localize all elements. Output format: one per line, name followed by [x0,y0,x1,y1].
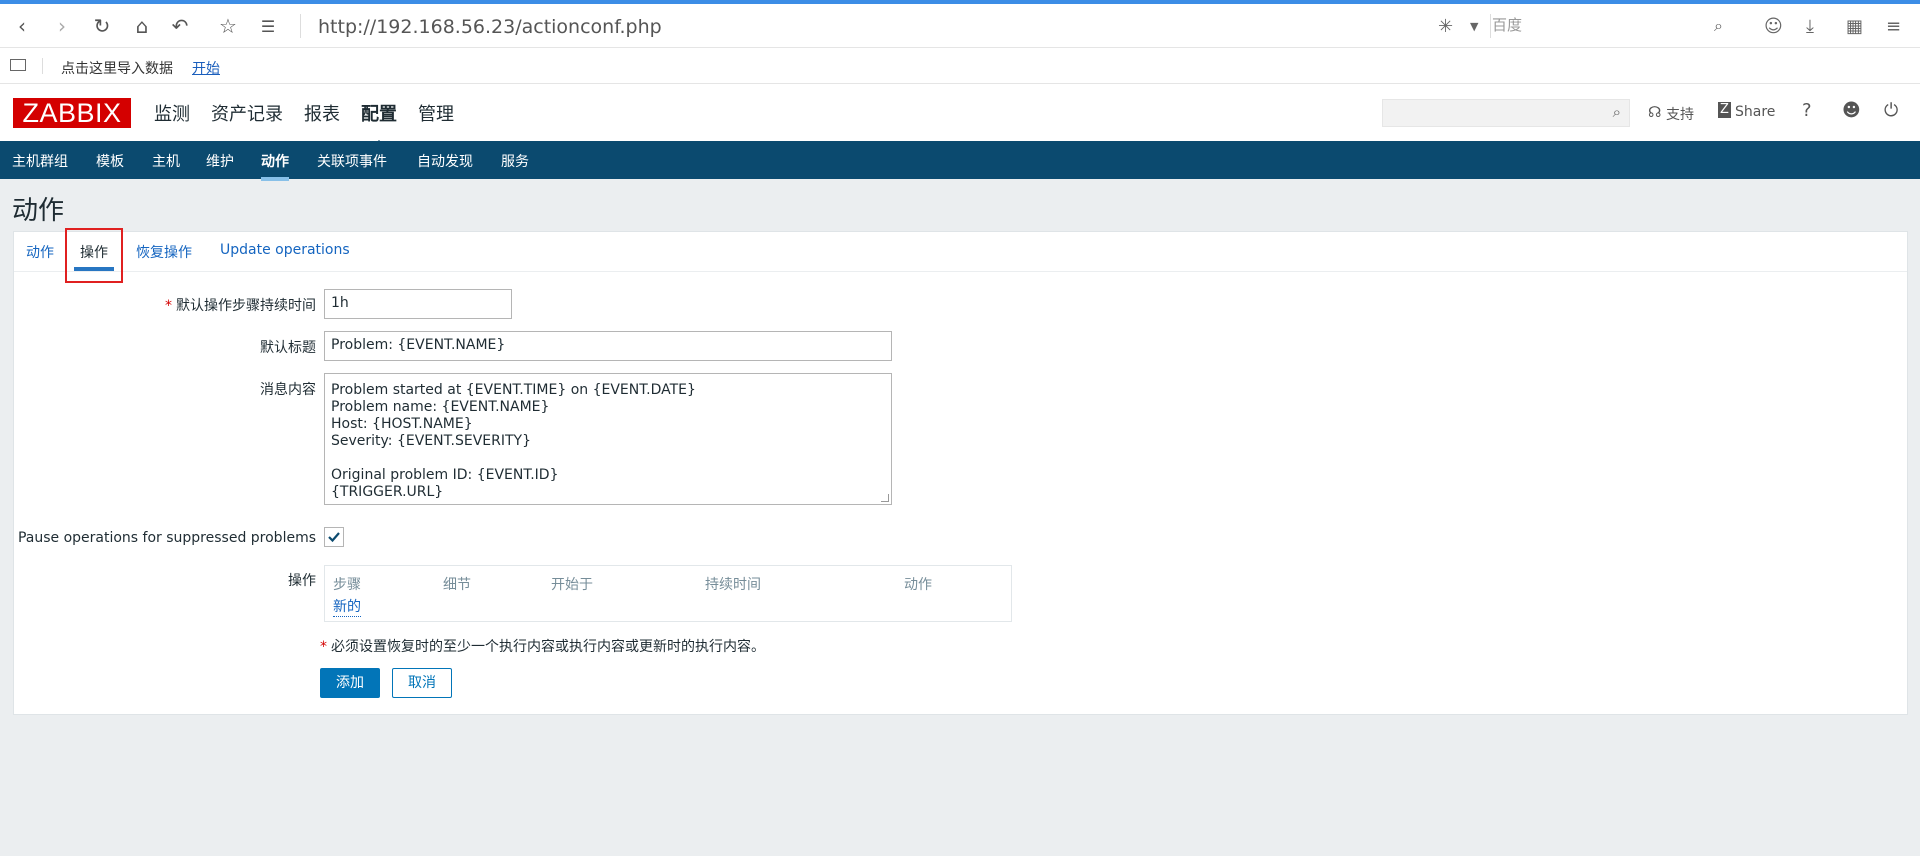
message-textarea[interactable]: Problem started at {EVENT.TIME} on {EVEN… [324,373,892,505]
menu-icon[interactable]: ≡ [1886,12,1901,40]
star-icon[interactable]: ☆ [214,12,242,40]
required-marker: * [165,298,172,314]
subnav-hosts[interactable]: 主机 [152,151,180,171]
back-icon[interactable]: ‹ [8,12,36,40]
operations-label: 操作 [288,573,316,589]
subnav-services[interactable]: 服务 [501,151,529,171]
home-icon[interactable]: ⌂ [128,12,156,40]
new-operation-link[interactable]: 新的 [333,596,361,617]
col-duration: 持续时间 [705,577,761,593]
tab-action[interactable]: 动作 [26,242,54,262]
menu-item-inventory[interactable]: 资产记录 [211,100,283,126]
reader-icon[interactable]: ☰ [254,12,282,40]
url-separator [300,14,301,38]
col-start-in: 开始于 [551,577,593,593]
forward-icon[interactable]: › [48,12,76,40]
menu-item-monitoring[interactable]: 监测 [154,100,190,126]
account-icon[interactable]: ☺ [1764,12,1783,40]
extension-icon[interactable]: ✳ [1438,12,1453,40]
zabbix-logo[interactable]: ZABBIX [13,98,131,128]
subject-label: 默认标题 [260,340,316,356]
headset-icon: ☊ [1648,103,1662,121]
subnav-actions[interactable]: 动作 [261,151,289,181]
download-icon[interactable]: ⤓ [1806,12,1814,40]
search-icon[interactable]: ⌕ [1613,103,1621,121]
step-duration-input[interactable]: 1h [324,289,512,319]
header-search-input[interactable]: ⌕ [1382,99,1630,127]
step-duration-label: * 默认操作步骤持续时间 [165,295,316,315]
bookmarks-separator [42,58,43,74]
operations-table: 步骤 细节 开始于 持续时间 动作 新的 [324,565,1012,622]
tab-recovery-operations[interactable]: 恢复操作 [136,242,192,262]
search-separator [1490,14,1491,38]
cancel-button[interactable]: 取消 [392,668,452,698]
bookmark-import-text: 点击这里导入数据 [61,61,173,77]
address-bar[interactable]: http://192.168.56.23/actionconf.php [318,16,662,38]
undo-icon[interactable]: ↶ [166,12,194,40]
menu-item-reports[interactable]: 报表 [304,100,340,126]
chevron-down-icon[interactable]: ▼ [1470,12,1478,40]
subnav-host-groups[interactable]: 主机群组 [12,151,68,171]
subnav-event-correlation[interactable]: 关联项事件 [317,151,387,171]
pause-label: Pause operations for suppressed problems [17,530,316,546]
checkmark-icon [328,532,340,543]
resize-handle[interactable] [881,494,889,502]
action-form-panel: 动作 操作 恢复操作 Update operations * 默认操作步骤持续时间… [13,228,1908,715]
message-label: 消息内容 [260,382,316,398]
add-button[interactable]: 添加 [320,668,380,698]
browser-search-icon[interactable]: ⌕ [1714,12,1723,40]
browser-search-input[interactable]: 百度 [1492,14,1742,38]
sign-out-icon[interactable]: ⏻ [1884,100,1898,121]
sub-navigation: 主机群组 模板 主机 维护 动作 关联项事件 自动发现 服务 [0,141,1920,181]
requirement-note-text: 必须设置恢复时的至少一个执行内容或执行内容或更新时的执行内容。 [331,639,765,655]
required-marker: * [320,639,327,655]
bookmarks-bar: 点击这里导入数据 开始 [0,48,1920,84]
menu-item-administration[interactable]: 管理 [418,100,454,126]
tab-update-operations[interactable]: Update operations [220,242,350,258]
support-link[interactable]: 支持 [1666,104,1694,124]
user-profile-icon[interactable]: ☻ [1842,100,1861,121]
share-link[interactable]: Share [1735,104,1775,120]
col-action: 动作 [904,577,932,593]
apps-icon[interactable]: ▦ [1846,12,1863,40]
reload-icon[interactable]: ↻ [88,12,116,40]
page-title: 动作 [12,196,65,226]
help-icon[interactable]: ? [1802,100,1812,121]
browser-search-placeholder: 百度 [1492,16,1523,34]
sidebar-toggle-icon[interactable] [10,59,26,71]
share-logo-icon: Z [1718,102,1731,118]
subnav-templates[interactable]: 模板 [96,151,124,171]
subject-input[interactable]: Problem: {EVENT.NAME} [324,331,892,361]
subnav-maintenance[interactable]: 维护 [206,151,234,171]
subnav-discovery[interactable]: 自动发现 [417,151,473,171]
bookmark-start-link[interactable]: 开始 [192,58,220,78]
requirement-note: * 必须设置恢复时的至少一个执行内容或执行内容或更新时的执行内容。 [320,636,765,656]
col-details: 细节 [443,577,471,593]
step-duration-label-text: 默认操作步骤持续时间 [176,298,316,314]
zabbix-header: ZABBIX 监测 资产记录 报表 配置 管理 ⌕ ☊ 支持 Z Share ?… [0,84,1920,148]
main-menu: 监测 资产记录 报表 配置 管理 [154,100,475,148]
pause-checkbox[interactable] [324,527,344,547]
col-steps: 步骤 [333,577,361,593]
menu-item-configuration[interactable]: 配置 [361,100,397,148]
browser-toolbar: ‹ › ↻ ⌂ ↶ ☆ ☰ http://192.168.56.23/actio… [0,4,1920,48]
message-text: Problem started at {EVENT.TIME} on {EVEN… [331,382,696,500]
tab-highlight-box [65,228,123,283]
form-tabs: 动作 操作 恢复操作 Update operations [14,228,1907,283]
